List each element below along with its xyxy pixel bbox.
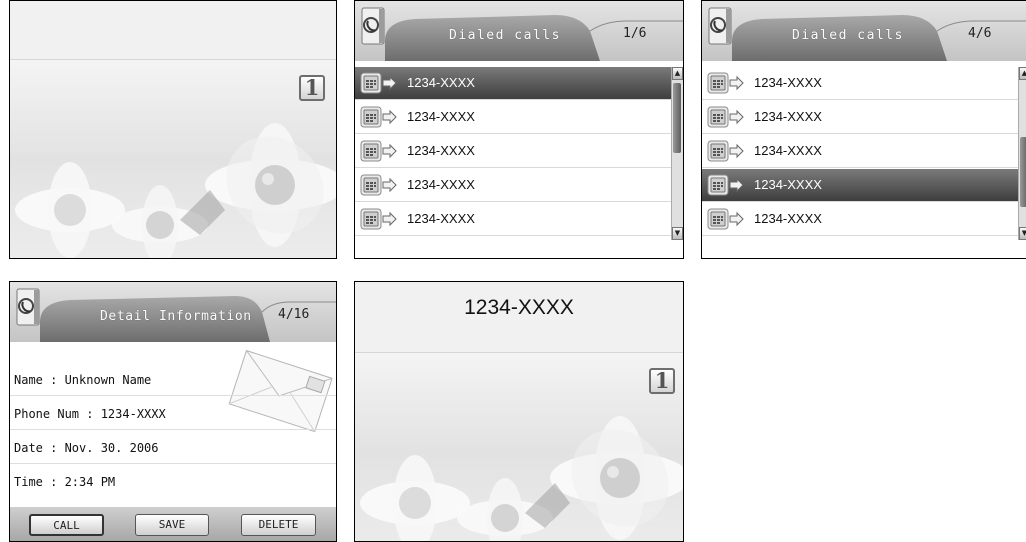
outgoing-call-icon <box>360 208 397 230</box>
outgoing-call-icon <box>707 208 744 230</box>
idle-top-bar <box>10 1 336 59</box>
dialed-calls-list: 1234-XXXX 1234-XXXX 1234-XXXX 1234-XXXX 1234… <box>702 61 1018 258</box>
scroll-thumb[interactable] <box>673 83 681 153</box>
header-bar: Dialed calls 1/6 <box>355 1 683 61</box>
dialed-calls-list: 1234-XXXX 1234-XXXX 1234-XXXX 1234-XXXX 1234… <box>355 61 671 258</box>
phone-handset-icon <box>16 288 40 326</box>
header-bar: Detail Information 4/16 <box>10 282 336 342</box>
list-item[interactable]: 1234-XXXX <box>702 203 1018 236</box>
call-log-number: 1234-XXXX <box>407 75 475 90</box>
outgoing-call-icon <box>707 72 744 94</box>
list-item[interactable]: 1234-XXXX <box>702 101 1018 134</box>
scrollbar[interactable]: ▲ ▼ <box>1018 67 1026 240</box>
dialed-number: 1234-XXXX <box>464 296 574 319</box>
outgoing-call-icon <box>360 140 397 162</box>
screen-title: Dialed calls <box>792 28 904 43</box>
call-log-number: 1234-XXXX <box>407 109 475 124</box>
call-log-number: 1234-XXXX <box>754 211 822 226</box>
outgoing-call-icon <box>360 72 397 94</box>
call-log-number: 1234-XXXX <box>407 211 475 226</box>
page-indicator: 1/6 <box>623 26 647 41</box>
scrollbar[interactable]: ▲ ▼ <box>671 67 683 240</box>
scroll-up-arrow-icon[interactable]: ▲ <box>672 67 683 80</box>
save-button[interactable]: SAVE <box>135 514 209 536</box>
list-item[interactable]: 1234-XXXX <box>355 169 671 202</box>
list-item[interactable]: 1234-XXXX <box>355 135 671 168</box>
list-item[interactable]: 1234-XXXX <box>702 67 1018 100</box>
action-button-bar: CALL SAVE DELETE <box>10 507 336 541</box>
outgoing-call-icon <box>707 174 744 196</box>
call-button[interactable]: CALL <box>29 514 104 536</box>
call-log-number: 1234-XXXX <box>407 177 475 192</box>
detail-information-screen: Detail Information 4/16 Name : Unknown N… <box>9 281 337 542</box>
call-log-number: 1234-XXXX <box>754 143 822 158</box>
dialed-calls-screen-2: Dialed calls 4/6 1234-XXXX 1234-XXXX 1234-… <box>701 0 1026 259</box>
scroll-up-arrow-icon[interactable]: ▲ <box>1019 67 1026 80</box>
list-item[interactable]: 1234-XXXX <box>702 169 1018 202</box>
contact-name: Name : Unknown Name <box>14 373 152 387</box>
delete-button[interactable]: DELETE <box>241 514 316 536</box>
detail-body: Name : Unknown Name Phone Num : 1234-XXX… <box>10 342 336 541</box>
divider <box>10 395 336 396</box>
phone-number: Phone Num : 1234-XXXX <box>14 407 166 421</box>
list-item[interactable]: 1234-XXXX <box>355 203 671 236</box>
screen-title: Detail Information <box>100 309 252 324</box>
flower-wallpaper <box>355 353 683 541</box>
list-item[interactable]: 1234-XXXX <box>355 101 671 134</box>
page-indicator: 4/6 <box>968 26 992 41</box>
call-date: Date : Nov. 30. 2006 <box>14 441 159 455</box>
divider <box>10 463 336 464</box>
list-item[interactable]: 1234-XXXX <box>702 135 1018 168</box>
line-number-badge: 1 <box>299 75 325 101</box>
idle-screen: 1 <box>9 0 337 259</box>
call-log-number: 1234-XXXX <box>754 75 822 90</box>
outgoing-call-icon <box>360 106 397 128</box>
call-time: Time : 2:34 PM <box>14 475 116 489</box>
page-indicator: 4/16 <box>278 307 310 322</box>
scroll-down-arrow-icon[interactable]: ▼ <box>1019 227 1026 240</box>
line-number-badge: 1 <box>649 368 675 394</box>
flower-wallpaper <box>10 60 336 258</box>
phone-handset-icon <box>361 7 385 45</box>
call-log-number: 1234-XXXX <box>754 109 822 124</box>
divider <box>10 429 336 430</box>
scroll-down-arrow-icon[interactable]: ▼ <box>672 227 683 240</box>
header-bar: Dialed calls 4/6 <box>702 1 1026 61</box>
screen-title: Dialed calls <box>449 28 561 43</box>
call-log-number: 1234-XXXX <box>754 177 822 192</box>
phone-handset-icon <box>708 7 732 45</box>
scroll-thumb[interactable] <box>1020 137 1026 207</box>
outgoing-call-icon <box>707 140 744 162</box>
call-log-number: 1234-XXXX <box>407 143 475 158</box>
outgoing-call-icon <box>360 174 397 196</box>
outgoing-call-icon <box>707 106 744 128</box>
dialing-screen: 1234-XXXX 1 <box>354 281 684 542</box>
dialed-calls-screen-1: Dialed calls 1/6 1234-XXXX 1234-XXXX 1234-… <box>354 0 684 259</box>
list-item[interactable]: 1234-XXXX <box>355 67 671 100</box>
